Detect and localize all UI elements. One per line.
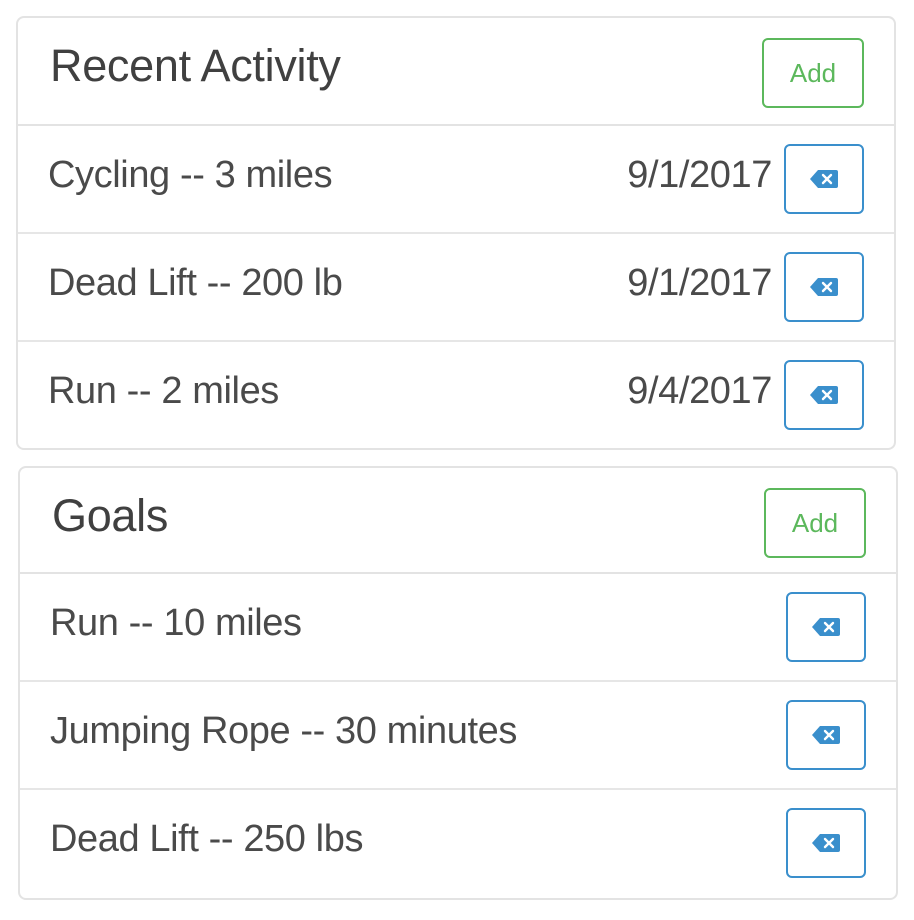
recent-activity-panel: Recent Activity Add Cycling -- 3 miles 9… (16, 16, 896, 450)
recent-activity-title: Recent Activity (50, 40, 341, 91)
recent-activity-header: Recent Activity Add (18, 18, 894, 126)
goal-row: Dead Lift -- 250 lbs (20, 790, 896, 898)
activity-row: Cycling -- 3 miles 9/1/2017 (18, 126, 894, 234)
backspace-icon (810, 170, 838, 188)
backspace-icon (812, 834, 840, 852)
goal-label: Dead Lift -- 250 lbs (50, 818, 364, 860)
delete-goal-button[interactable] (786, 700, 866, 770)
backspace-icon (810, 386, 838, 404)
activity-label: Cycling -- 3 miles (48, 154, 333, 196)
add-activity-button[interactable]: Add (762, 38, 864, 108)
activity-label: Run -- 2 miles (48, 370, 279, 412)
delete-activity-button[interactable] (784, 144, 864, 214)
goals-title: Goals (52, 490, 169, 541)
activity-row: Dead Lift -- 200 lb 9/1/2017 (18, 234, 894, 342)
activity-label: Dead Lift -- 200 lb (48, 262, 343, 304)
activity-row: Run -- 2 miles 9/4/2017 (18, 342, 894, 450)
delete-goal-button[interactable] (786, 592, 866, 662)
activity-date: 9/1/2017 (627, 154, 772, 196)
goal-label: Run -- 10 miles (50, 602, 302, 644)
backspace-icon (810, 278, 838, 296)
goals-panel: Goals Add Run -- 10 miles Jumping Rope -… (18, 466, 898, 900)
add-goal-button[interactable]: Add (764, 488, 866, 558)
delete-goal-button[interactable] (786, 808, 866, 878)
delete-activity-button[interactable] (784, 252, 864, 322)
backspace-icon (812, 618, 840, 636)
activity-date: 9/1/2017 (627, 262, 772, 304)
goal-row: Run -- 10 miles (20, 574, 896, 682)
delete-activity-button[interactable] (784, 360, 864, 430)
goal-label: Jumping Rope -- 30 minutes (50, 710, 517, 752)
goals-header: Goals Add (20, 468, 896, 574)
goal-row: Jumping Rope -- 30 minutes (20, 682, 896, 790)
backspace-icon (812, 726, 840, 744)
activity-date: 9/4/2017 (627, 370, 772, 412)
